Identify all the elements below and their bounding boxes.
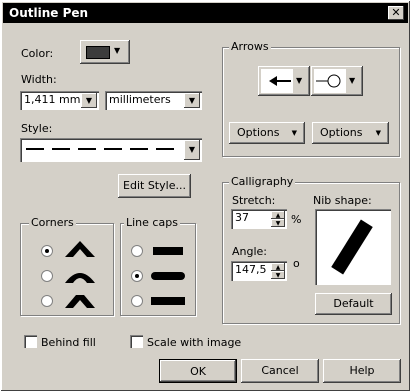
nib-shape-preview[interactable] — [315, 209, 391, 285]
corner-round-radio[interactable] — [41, 270, 53, 282]
chevron-down-icon[interactable]: ▼ — [184, 93, 200, 108]
color-swatch — [86, 46, 110, 59]
line-caps-group: Line caps — [120, 216, 196, 316]
behind-fill-label: Behind fill — [41, 336, 96, 349]
angle-unit: o — [293, 257, 300, 270]
chevron-down-icon: ▼ — [296, 76, 303, 85]
cap-round-radio[interactable] — [131, 270, 143, 282]
calligraphy-title: Calligraphy — [229, 175, 296, 188]
help-button[interactable]: Help — [323, 359, 401, 383]
width-units-select[interactable]: millimeters ▼ — [105, 91, 202, 110]
close-button[interactable]: ✕ — [388, 6, 404, 20]
arrow-options-left-button[interactable]: Options ▼ — [229, 122, 305, 144]
width-units-value: millimeters — [109, 93, 171, 106]
width-value: 1,411 mm — [24, 93, 81, 106]
corners-group: Corners — [20, 216, 114, 316]
arrow-options-right-button[interactable]: Options ▼ — [312, 122, 389, 144]
stretch-spinner[interactable]: ▲ ▼ — [271, 211, 285, 227]
color-picker-button[interactable]: ▼ — [80, 40, 130, 64]
dashed-line-preview — [26, 148, 176, 150]
bevel-corner-icon — [65, 295, 95, 308]
window-title: Outline Pen — [9, 6, 89, 20]
angle-value: 147,5 — [235, 263, 267, 276]
ok-button[interactable]: OK — [159, 359, 237, 383]
cancel-button[interactable]: Cancel — [241, 359, 319, 383]
end-arrow-picker[interactable]: ▼ — [311, 66, 363, 96]
arrows-title: Arrows — [229, 40, 271, 53]
chevron-down-icon: ▼ — [375, 129, 381, 137]
outline-pen-dialog: Outline Pen ✕ Color: ▼ Width: 1,411 mm ▼… — [0, 0, 411, 392]
corner-miter-radio[interactable] — [41, 245, 53, 257]
style-select[interactable]: ▼ — [20, 138, 202, 162]
spin-up-icon[interactable]: ▲ — [271, 211, 285, 219]
default-label: Default — [333, 297, 374, 310]
line-caps-title: Line caps — [124, 216, 180, 229]
scale-with-image-label: Scale with image — [147, 336, 242, 349]
square-cap-icon — [151, 297, 185, 305]
color-label: Color: — [21, 47, 54, 60]
arrow-left-icon — [269, 76, 291, 86]
scale-with-image-checkbox[interactable] — [130, 335, 143, 348]
cap-square-radio[interactable] — [131, 295, 143, 307]
round-cap-icon — [151, 272, 185, 280]
stretch-input[interactable]: 37 ▲ ▼ — [231, 209, 287, 229]
start-arrow-preview — [261, 69, 293, 93]
width-value-field[interactable]: 1,411 mm ▼ — [20, 91, 99, 110]
miter-corner-icon — [65, 241, 95, 257]
corner-bevel-radio[interactable] — [41, 295, 53, 307]
circle-end-icon — [316, 74, 341, 88]
end-arrow-preview — [314, 69, 346, 93]
nib-shape-icon — [331, 219, 373, 275]
cap-butt-radio[interactable] — [131, 245, 143, 257]
width-label: Width: — [21, 73, 57, 86]
chevron-down-icon: ▼ — [291, 129, 297, 137]
style-label: Style: — [21, 122, 53, 135]
chevron-down-icon[interactable]: ▼ — [81, 93, 97, 108]
default-button[interactable]: Default — [315, 293, 392, 315]
calligraphy-group: Calligraphy Stretch: 37 ▲ ▼ % Angle: 147,… — [222, 175, 400, 324]
chevron-down-icon: ▼ — [349, 76, 356, 85]
arrows-group: Arrows ▼ ▼ Options ▼ Options ▼ — [222, 40, 400, 157]
spin-down-icon[interactable]: ▼ — [271, 271, 285, 279]
butt-cap-icon — [153, 247, 183, 255]
options-left-label: Options — [237, 126, 280, 139]
corners-title: Corners — [29, 216, 76, 229]
stretch-label: Stretch: — [232, 194, 276, 207]
chevron-down-icon: ▼ — [114, 46, 121, 55]
start-arrow-picker[interactable]: ▼ — [258, 66, 310, 96]
nib-shape-label: Nib shape: — [313, 194, 372, 207]
angle-spinner[interactable]: ▲ ▼ — [271, 263, 285, 279]
stretch-value: 37 — [235, 211, 249, 224]
options-right-label: Options — [320, 126, 363, 139]
spin-down-icon[interactable]: ▼ — [271, 219, 285, 227]
round-corner-icon — [65, 273, 95, 283]
edit-style-button[interactable]: Edit Style... — [118, 174, 191, 198]
angle-label: Angle: — [232, 245, 268, 258]
behind-fill-checkbox[interactable] — [24, 335, 37, 348]
angle-input[interactable]: 147,5 ▲ ▼ — [231, 261, 287, 281]
stretch-unit: % — [291, 213, 302, 226]
chevron-down-icon[interactable]: ▼ — [184, 140, 200, 160]
spin-up-icon[interactable]: ▲ — [271, 263, 285, 271]
title-bar: Outline Pen ✕ — [3, 3, 408, 23]
